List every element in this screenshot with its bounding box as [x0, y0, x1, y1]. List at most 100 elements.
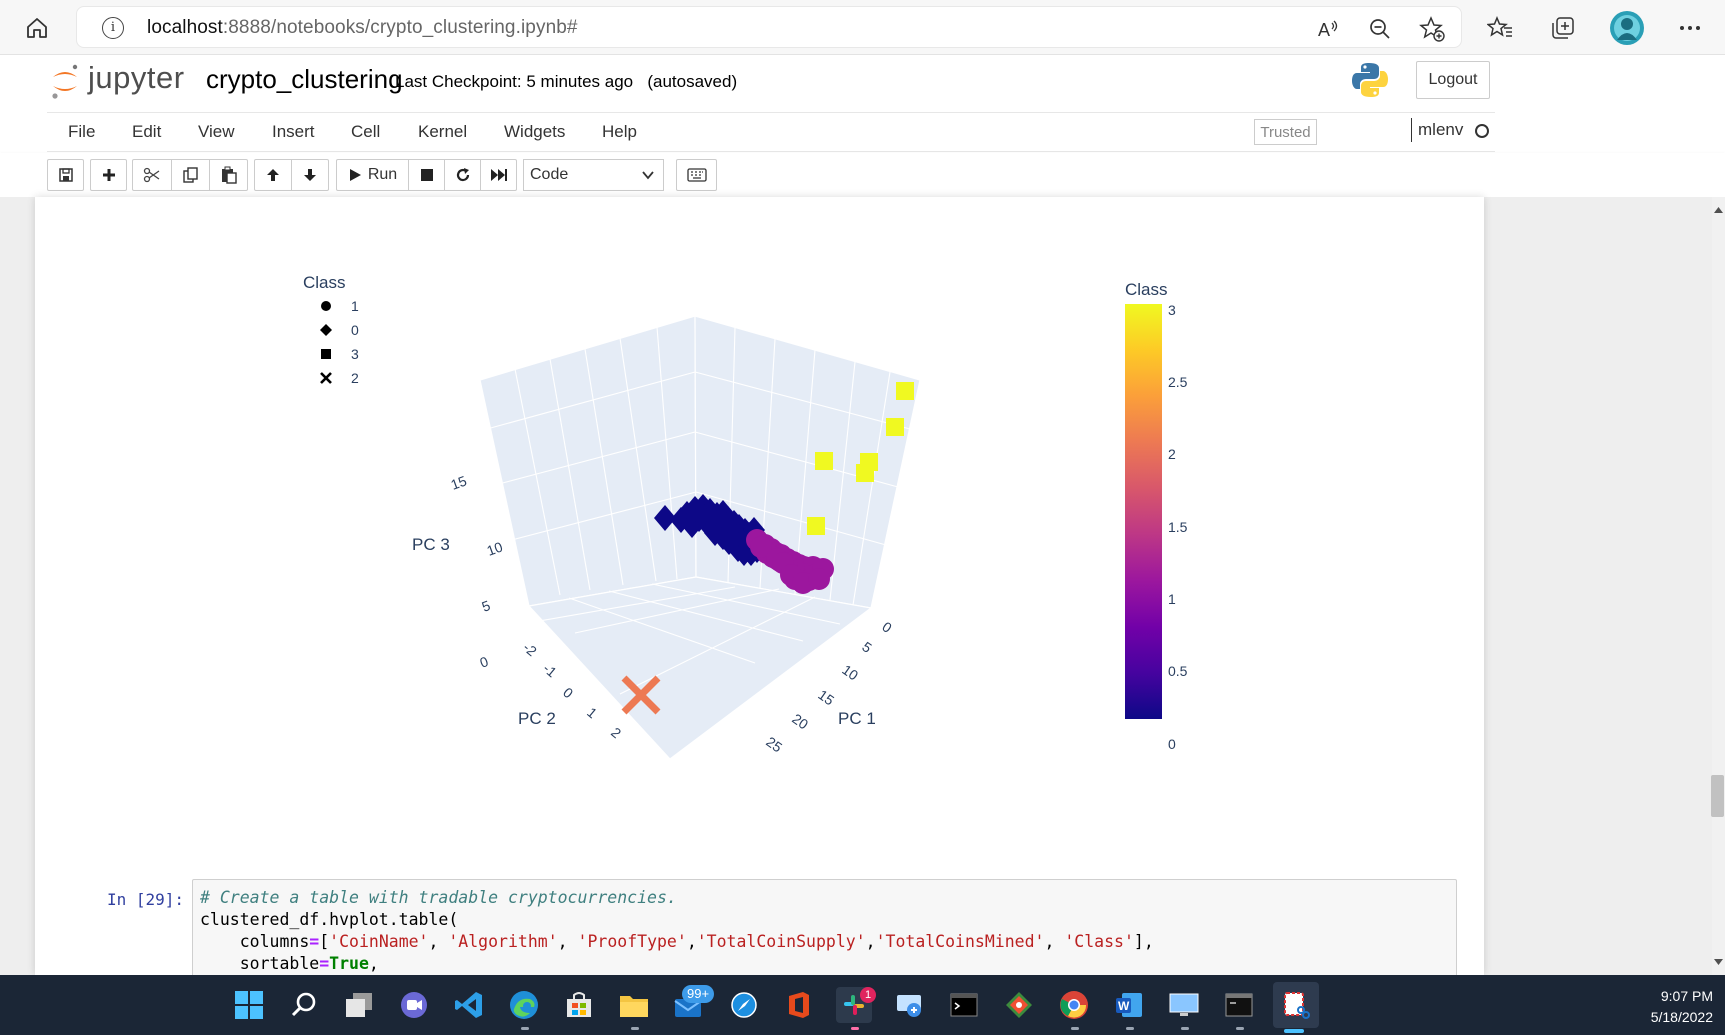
class-3-marker: [807, 517, 825, 535]
copy-button[interactable]: [171, 159, 210, 191]
trusted-indicator[interactable]: Trusted: [1254, 119, 1317, 145]
snipping-tool-icon[interactable]: [1273, 982, 1319, 1028]
teams-chat-icon[interactable]: [396, 987, 432, 1023]
profile-avatar[interactable]: [1607, 8, 1647, 48]
file-explorer-icon[interactable]: [616, 987, 652, 1023]
start-icon[interactable]: [231, 987, 267, 1023]
move-up-button[interactable]: [254, 159, 292, 191]
code-token: 'TotalCoinsMined': [875, 932, 1045, 951]
logout-button[interactable]: Logout: [1416, 61, 1490, 99]
code-token: 'CoinName': [329, 932, 429, 951]
colorbar: Class 3 2.5 2 1.5 1 0.5 0: [1125, 280, 1188, 752]
remote-desktop-icon[interactable]: [891, 987, 927, 1023]
save-icon: [58, 168, 73, 182]
command-palette-button[interactable]: [676, 159, 717, 191]
page-scrollbar[interactable]: [1712, 197, 1725, 975]
slack-badge: 1: [860, 987, 876, 1003]
collections-icon[interactable]: [1543, 8, 1583, 48]
site-info-icon[interactable]: i: [102, 17, 124, 39]
taskbar-active-indicator: [1284, 1029, 1304, 1033]
y-tick-label: 2: [608, 724, 624, 741]
checkpoint-status: Last Checkpoint: 5 minutes ago (autosave…: [395, 72, 737, 92]
restart-button[interactable]: [444, 159, 481, 191]
kernel-name: mlenv: [1411, 118, 1463, 142]
terminal-icon[interactable]: [946, 987, 982, 1023]
microsoft-store-icon[interactable]: [561, 987, 597, 1023]
menu-help[interactable]: Help: [602, 122, 637, 142]
address-bar[interactable]: i localhost:8888/notebooks/crypto_cluste…: [76, 6, 1462, 48]
fast-forward-icon: [490, 169, 507, 181]
read-aloud-icon[interactable]: A: [1314, 15, 1342, 43]
z-tick-label: 10: [485, 538, 505, 558]
menu-view[interactable]: View: [198, 122, 235, 142]
colorbar-tick-label: 0: [1168, 736, 1176, 752]
scroll-down-icon[interactable]: [1714, 959, 1723, 965]
notebook-name[interactable]: crypto_clustering: [206, 64, 403, 95]
run-label: Run: [367, 166, 398, 183]
code-cell-editor[interactable]: # Create a table with tradable cryptocur…: [192, 879, 1457, 979]
paste-icon: [221, 166, 237, 184]
more-options-icon[interactable]: [1670, 8, 1710, 48]
paste-button[interactable]: [209, 159, 248, 191]
cell-type-value: Code: [530, 166, 569, 183]
url-text[interactable]: localhost:8888/notebooks/crypto_clusteri…: [147, 17, 578, 39]
cell-type-select[interactable]: Code: [523, 159, 664, 191]
word-icon[interactable]: W: [1111, 987, 1147, 1023]
home-icon[interactable]: [17, 8, 57, 48]
desktop-icon[interactable]: [1166, 987, 1202, 1023]
scatter-3d-plot[interactable]: Class 1032 PC 3 PC 2 PC 1 051015 -2-1012…: [35, 197, 1484, 767]
copy-icon: [182, 167, 198, 183]
colorbar-title: Class: [1125, 280, 1168, 299]
add-favorite-icon[interactable]: [1418, 15, 1446, 43]
scene-background: [479, 315, 921, 760]
menu-file[interactable]: File: [68, 122, 95, 142]
chrome-icon[interactable]: [1056, 987, 1092, 1023]
y-tick-label: 1: [584, 704, 600, 721]
menu-kernel[interactable]: Kernel: [418, 122, 467, 142]
code-token: 'Algorithm': [448, 932, 558, 951]
scrollbar-thumb[interactable]: [1711, 775, 1724, 817]
axis-title-x: PC 1: [838, 709, 876, 728]
menu-cell[interactable]: Cell: [351, 122, 380, 142]
legend-entry-label: 1: [351, 298, 359, 314]
interrupt-button[interactable]: [408, 159, 445, 191]
menu-widgets[interactable]: Widgets: [504, 122, 565, 142]
task-view-icon[interactable]: [341, 987, 377, 1023]
jupyter-logo-text[interactable]: jupyter: [88, 60, 185, 96]
zoom-out-icon[interactable]: [1366, 15, 1394, 43]
scroll-up-icon[interactable]: [1714, 207, 1723, 213]
class-3-marker: [886, 418, 904, 436]
axis-title-z: PC 3: [412, 535, 450, 554]
colorbar-tick-label: 3: [1168, 302, 1176, 318]
code-token: 'Class': [1064, 932, 1134, 951]
insert-cell-button[interactable]: [90, 159, 127, 191]
restart-run-all-button[interactable]: [480, 159, 517, 191]
office-icon[interactable]: [781, 987, 817, 1023]
command-prompt-icon[interactable]: [1221, 987, 1257, 1023]
autosave-text: (autosaved): [647, 72, 738, 91]
jupyter-logo-icon[interactable]: [50, 62, 80, 100]
save-button[interactable]: [47, 159, 84, 191]
taskbar-running-indicator: [851, 1027, 859, 1030]
safari-icon[interactable]: [726, 987, 762, 1023]
menu-edit[interactable]: Edit: [132, 122, 161, 142]
run-button[interactable]: Run: [336, 159, 409, 191]
colorbar-tick-label: 2.5: [1168, 374, 1188, 390]
taskbar-running-indicator: [1126, 1027, 1134, 1030]
search-icon[interactable]: [286, 987, 322, 1023]
favorites-icon[interactable]: [1480, 8, 1520, 48]
edge-icon[interactable]: [506, 987, 542, 1023]
colorbar-gradient: [1125, 304, 1162, 719]
git-kraken-icon[interactable]: [1001, 987, 1037, 1023]
legend-diamond-marker: [320, 324, 332, 336]
scissors-icon: [143, 167, 160, 183]
notebook-toolbar: Run Code: [0, 153, 1725, 197]
system-clock[interactable]: 9:07 PM 5/18/2022: [1651, 986, 1713, 1028]
move-down-button[interactable]: [291, 159, 329, 191]
cut-button[interactable]: [132, 159, 172, 191]
notebook-container[interactable]: Class 1032 PC 3 PC 2 PC 1 0 5 10 15 -2 -1 0 1 2…: [35, 197, 1484, 979]
menu-insert[interactable]: Insert: [272, 122, 315, 142]
vscode-icon[interactable]: [451, 987, 487, 1023]
windows-taskbar: 99+ 1 W 9:07 PM 5/18/2022: [0, 975, 1725, 1035]
class-1-marker: [808, 568, 830, 590]
